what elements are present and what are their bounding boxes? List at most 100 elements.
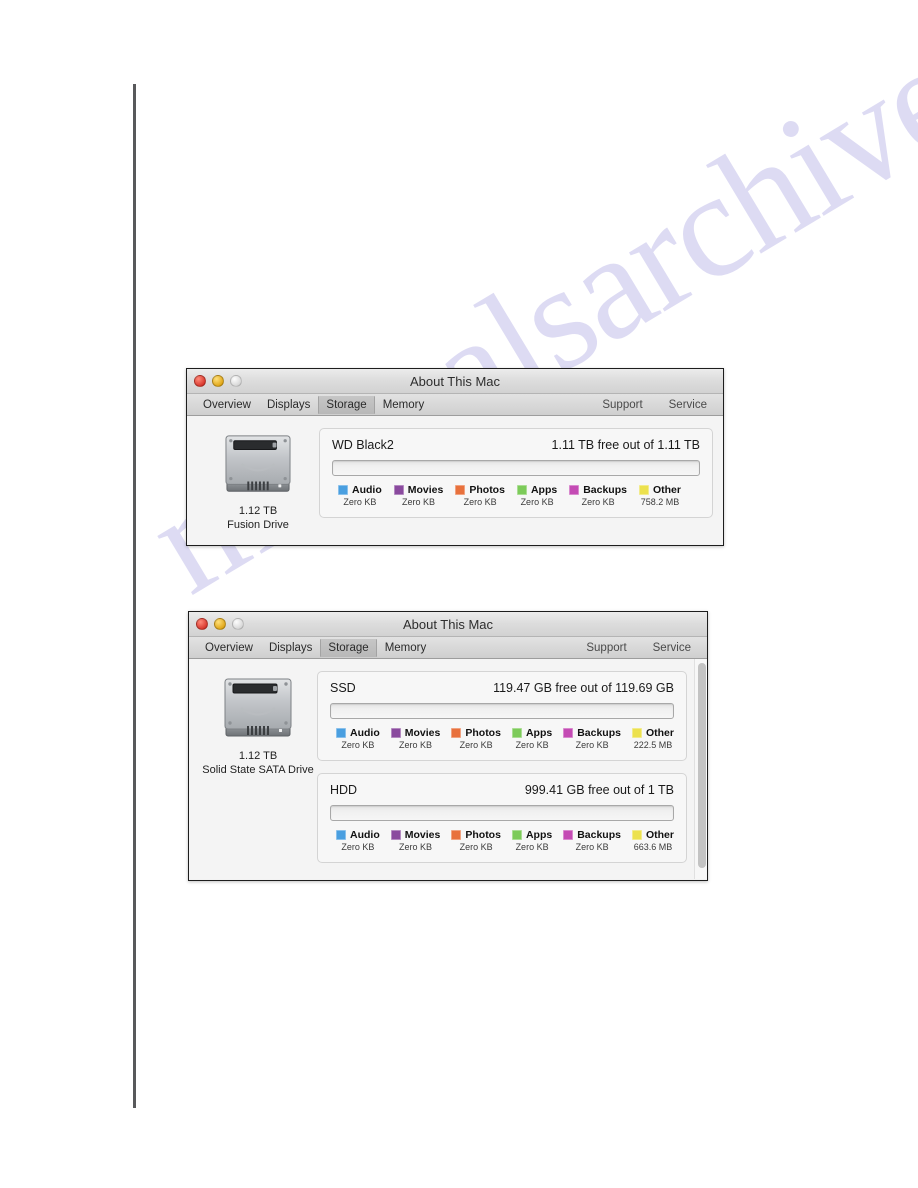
audio-color-swatch <box>336 830 346 840</box>
manual-page: manualsarchive.com About This Mac Overvi… <box>0 0 918 1188</box>
tab-memory[interactable]: Memory <box>377 639 435 657</box>
zoom-button-icon[interactable] <box>232 618 244 630</box>
photos-color-swatch <box>455 485 466 495</box>
tab-overview[interactable]: Overview <box>197 639 261 657</box>
drive-summary: 1.12 TB Solid State SATA Drive <box>199 671 317 867</box>
legend-item-other: Other 758.2 MB <box>638 484 681 507</box>
volume-name: SSD <box>330 681 356 695</box>
legend-label: Backups <box>583 484 627 496</box>
minimize-button-icon[interactable] <box>212 375 224 387</box>
legend-item-other: Other 663.6 MB <box>631 829 674 852</box>
backups-color-swatch <box>563 830 574 840</box>
movies-color-swatch <box>390 830 401 840</box>
window-title: About This Mac <box>402 617 494 632</box>
legend-item-apps: Apps Zero KB <box>516 484 557 507</box>
legend-item-audio: Audio Zero KB <box>336 727 380 750</box>
storage-legend: Audio Zero KB Movies Zero KB Photos Zero… <box>330 829 674 852</box>
tab-displays[interactable]: Displays <box>261 639 320 657</box>
audio-color-swatch <box>338 485 348 495</box>
window-titlebar[interactable]: About This Mac <box>189 612 707 637</box>
about-this-mac-window[interactable]: About This Mac Overview Displays Storage… <box>188 611 708 881</box>
minimize-button-icon[interactable] <box>214 618 226 630</box>
photos-color-swatch <box>451 830 462 840</box>
tab-storage[interactable]: Storage <box>320 638 377 657</box>
volume-header: WD Black2 1.11 TB free out of 1.11 TB <box>332 438 700 452</box>
legend-item-photos: Photos Zero KB <box>451 829 501 852</box>
toolbar-right-actions: Support Service <box>578 639 699 657</box>
toolbar-right-actions: Support Service <box>594 396 715 414</box>
legend-item-backups: Backups Zero KB <box>563 727 621 750</box>
close-button-icon[interactable] <box>194 375 206 387</box>
legend-value: Zero KB <box>399 740 433 750</box>
window-toolbar: Overview Displays Storage Memory Support… <box>189 637 707 659</box>
legend-label: Photos <box>469 484 505 496</box>
tab-memory[interactable]: Memory <box>375 396 433 414</box>
zoom-button-icon[interactable] <box>230 375 242 387</box>
tab-overview[interactable]: Overview <box>195 396 259 414</box>
legend-value: Zero KB <box>459 842 493 852</box>
legend-value: 663.6 MB <box>633 842 673 852</box>
legend-item-apps: Apps Zero KB <box>511 829 552 852</box>
volume-name: WD Black2 <box>332 438 394 452</box>
volume-header: HDD 999.41 GB free out of 1 TB <box>330 783 674 797</box>
legend-label: Other <box>652 484 681 496</box>
about-this-mac-window[interactable]: About This Mac Overview Displays Storage… <box>186 368 724 546</box>
vertical-scrollbar[interactable] <box>694 659 707 879</box>
legend-label: Movies <box>404 727 441 739</box>
capacity-bar <box>332 460 700 476</box>
window-toolbar: Overview Displays Storage Memory Support… <box>187 394 723 416</box>
legend-value: Zero KB <box>575 842 609 852</box>
legend-value: Zero KB <box>515 740 549 750</box>
volume-row[interactable]: SSD 119.47 GB free out of 119.69 GB Audi… <box>317 671 687 761</box>
window-title: About This Mac <box>409 374 501 389</box>
service-button[interactable]: Service <box>661 396 715 414</box>
other-color-swatch <box>638 485 649 495</box>
movies-color-swatch <box>393 485 404 495</box>
legend-value: Zero KB <box>581 497 615 507</box>
scrollbar-thumb[interactable] <box>698 663 706 868</box>
legend-label: Backups <box>577 727 621 739</box>
window-titlebar[interactable]: About This Mac <box>187 369 723 394</box>
volume-header: SSD 119.47 GB free out of 119.69 GB <box>330 681 674 695</box>
support-button[interactable]: Support <box>594 396 650 414</box>
storage-legend: Audio Zero KB Movies Zero KB Photos Zero… <box>330 727 674 750</box>
drive-capacity: 1.12 TB <box>238 750 278 762</box>
storage-pane: 1.12 TB Fusion Drive WD Black2 1.11 TB f… <box>187 416 723 544</box>
drive-name: Solid State SATA Drive <box>202 764 314 776</box>
legend-item-movies: Movies Zero KB <box>390 727 441 750</box>
drive-summary: 1.12 TB Fusion Drive <box>197 428 319 532</box>
volume-row[interactable]: WD Black2 1.11 TB free out of 1.11 TB Au… <box>319 428 713 518</box>
volume-name: HDD <box>330 783 358 797</box>
tab-displays[interactable]: Displays <box>259 396 318 414</box>
hard-drive-icon <box>225 435 291 492</box>
legend-value: Zero KB <box>343 497 377 507</box>
legend-item-photos: Photos Zero KB <box>455 484 505 507</box>
volume-free-space: 119.47 GB free out of 119.69 GB <box>493 681 674 695</box>
legend-item-movies: Movies Zero KB <box>390 829 440 852</box>
tab-bar: Overview Displays Storage Memory <box>197 638 435 657</box>
support-button[interactable]: Support <box>578 639 634 657</box>
apps-color-swatch <box>511 728 522 738</box>
apps-color-swatch <box>516 485 527 495</box>
service-button[interactable]: Service <box>645 639 699 657</box>
legend-label: Photos <box>465 727 501 739</box>
backups-color-swatch <box>563 728 574 738</box>
legend-label: Apps <box>525 727 553 739</box>
drive-capacity: 1.12 TB <box>238 505 278 517</box>
legend-label: Other <box>645 727 674 739</box>
hard-drive-icon <box>224 678 292 737</box>
traffic-lights <box>196 618 244 630</box>
storage-pane: 1.12 TB Solid State SATA Drive SSD 119.4… <box>189 659 707 879</box>
legend-item-other: Other 222.5 MB <box>631 727 674 750</box>
legend-item-movies: Movies Zero KB <box>393 484 443 507</box>
close-button-icon[interactable] <box>196 618 208 630</box>
legend-value: Zero KB <box>515 842 549 852</box>
page-margin-rule <box>133 84 136 1108</box>
tab-storage[interactable]: Storage <box>318 395 375 414</box>
legend-value: Zero KB <box>463 497 497 507</box>
legend-value: Zero KB <box>341 842 375 852</box>
capacity-bar <box>330 805 674 821</box>
volume-row[interactable]: HDD 999.41 GB free out of 1 TB Audio Zer… <box>317 773 687 863</box>
legend-value: 758.2 MB <box>640 497 680 507</box>
legend-item-backups: Backups Zero KB <box>569 484 627 507</box>
